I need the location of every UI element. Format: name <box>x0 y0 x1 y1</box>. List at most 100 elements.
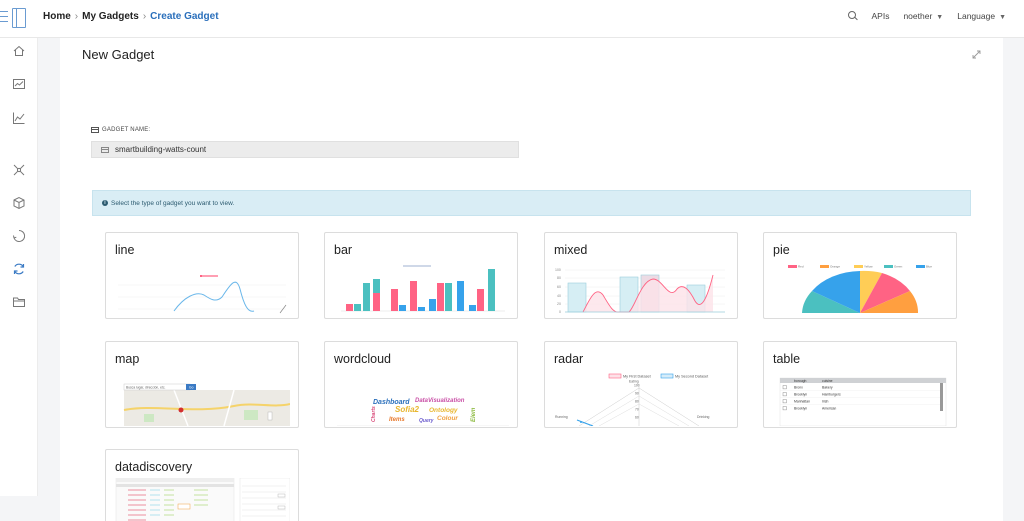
folder-icon[interactable] <box>12 295 26 309</box>
id-card-icon <box>101 146 109 153</box>
wordcloud-preview: Dashboard DataVisualization Sofia2 Ontol… <box>337 398 509 426</box>
svg-text:DataVisualization: DataVisualization <box>415 398 465 404</box>
gadget-card-title: pie <box>773 243 790 257</box>
user-name: noether <box>903 11 933 21</box>
svg-text:American: American <box>822 407 836 411</box>
svg-text:20: 20 <box>557 302 561 306</box>
radar-chart-preview: My First Dataset My Second Dataset Eatin… <box>555 373 710 426</box>
user-menu[interactable]: noether ▼ <box>903 11 943 21</box>
bar-chart-preview <box>341 265 505 312</box>
gadget-card-datadiscovery[interactable]: datadiscovery <box>105 449 299 521</box>
svg-text:60: 60 <box>557 285 561 289</box>
svg-text:70: 70 <box>635 408 639 412</box>
svg-text:Red: Red <box>798 265 804 269</box>
svg-text:Manhattan: Manhattan <box>794 400 810 404</box>
svg-text:40: 40 <box>557 294 561 298</box>
new-gadget-panel: New Gadget GADGET NAME: smartbuilding-wa… <box>60 38 1003 521</box>
info-icon: i <box>102 200 108 206</box>
shield-icon[interactable] <box>12 229 26 243</box>
svg-text:Bakery: Bakery <box>822 386 833 390</box>
map-preview: Busca lugar, dirección, etc. Go <box>123 383 290 426</box>
table-preview: borough cuisine Bronx Bakery Brooklyn Hamb… <box>779 377 947 426</box>
svg-text:0: 0 <box>559 310 561 314</box>
svg-text:Yellow: Yellow <box>864 265 873 269</box>
chevron-down-icon: ▼ <box>999 14 1006 21</box>
cube-icon[interactable] <box>12 196 26 210</box>
gadget-card-radar[interactable]: radar My First Dataset My Second Dataset… <box>544 341 738 428</box>
line-chart-preview <box>118 275 287 314</box>
gadget-card-title: wordcloud <box>334 352 391 366</box>
chevron-down-icon: ▼ <box>936 14 944 21</box>
dashboard-icon[interactable] <box>12 77 26 91</box>
search-icon[interactable] <box>847 11 858 21</box>
pie-chart-preview: Red Orange Yellow Green Blue <box>788 265 932 313</box>
svg-text:90: 90 <box>635 392 639 396</box>
top-bar: Home › My Gadgets › Create Gadget APIs noeth… <box>0 0 1024 38</box>
gadget-card-table[interactable]: table borough cuisine Bronx Bakery Brookl… <box>763 341 957 428</box>
breadcrumb-my-gadgets[interactable]: My Gadgets <box>82 11 139 22</box>
language-menu[interactable]: Language ▼ <box>957 11 1006 21</box>
chevron-right-icon: › <box>74 11 79 22</box>
gadget-card-title: datadiscovery <box>115 460 193 474</box>
svg-text:Drinking: Drinking <box>697 415 710 419</box>
gadget-card-pie[interactable]: pie Red Orange Yellow Green Blue <box>763 232 957 319</box>
svg-text:Irish: Irish <box>822 400 829 404</box>
language-label: Language <box>957 11 996 21</box>
breadcrumb-current: Create Gadget <box>150 11 219 22</box>
home-icon[interactable] <box>12 44 26 58</box>
svg-text:Brooklyn: Brooklyn <box>794 407 807 411</box>
svg-text:My Second Dataset: My Second Dataset <box>675 375 709 379</box>
gadget-card-mixed[interactable]: mixed 100 80 60 40 20 0 <box>544 232 738 319</box>
chevron-right-icon: › <box>142 11 147 22</box>
datadiscovery-preview <box>115 478 290 521</box>
svg-text:Green: Green <box>894 265 903 269</box>
gadget-name-label: GADGET NAME: <box>91 127 150 133</box>
gadget-card-title: bar <box>334 243 353 257</box>
svg-text:Sofia2: Sofia2 <box>395 405 420 414</box>
svg-text:Blue: Blue <box>926 265 932 269</box>
gadget-card-title: line <box>115 243 135 257</box>
gadget-name-value: smartbuilding-watts-count <box>115 145 207 154</box>
breadcrumb-home[interactable]: Home <box>43 11 71 22</box>
gadget-card-line[interactable]: line <box>105 232 299 319</box>
gadget-card-wordcloud[interactable]: wordcloud Dashboard DataVisualization So… <box>324 341 518 428</box>
svg-text:Colour: Colour <box>437 415 458 422</box>
svg-text:Query: Query <box>419 418 434 424</box>
gadget-card-title: mixed <box>554 243 588 257</box>
sidebar <box>0 38 38 496</box>
breadcrumb: Home › My Gadgets › Create Gadget <box>43 11 219 22</box>
gadget-card-bar[interactable]: bar <box>324 232 518 319</box>
apis-link[interactable]: APIs <box>872 11 890 21</box>
svg-text:Charts: Charts <box>371 406 377 422</box>
svg-text:Orange: Orange <box>830 265 840 269</box>
svg-text:borough: borough <box>794 379 807 383</box>
mixed-chart-preview: 100 80 60 40 20 0 <box>555 268 725 314</box>
gadget-card-map[interactable]: map Busca lugar, dirección, etc. Go <box>105 341 299 428</box>
svg-text:Go: Go <box>189 386 194 390</box>
gadget-card-title: radar <box>554 352 584 366</box>
svg-text:100: 100 <box>555 268 561 272</box>
gadget-card-title: table <box>773 352 801 366</box>
svg-text:Running: Running <box>555 415 568 419</box>
info-text: Select the type of gadget you want to vi… <box>111 199 235 207</box>
svg-text:My First Dataset: My First Dataset <box>623 375 652 379</box>
chart-icon[interactable] <box>12 111 26 125</box>
svg-text:Brooklyn: Brooklyn <box>794 393 807 397</box>
svg-text:Busca lugar, dirección, etc.: Busca lugar, dirección, etc. <box>126 386 165 390</box>
gadget-name-input[interactable]: smartbuilding-watts-count <box>91 141 519 158</box>
info-alert: i Select the type of gadget you want to … <box>92 190 971 216</box>
svg-text:cuisine: cuisine <box>822 379 833 383</box>
svg-text:Items: Items <box>389 417 405 423</box>
menu-toggle-icon[interactable] <box>0 8 30 28</box>
svg-text:80: 80 <box>557 276 561 280</box>
network-icon[interactable] <box>12 163 26 177</box>
svg-text:Bronx: Bronx <box>794 386 803 390</box>
svg-text:Ontology: Ontology <box>429 407 458 414</box>
svg-text:Hamburgers: Hamburgers <box>822 393 841 397</box>
expand-icon[interactable] <box>972 46 981 59</box>
gadget-card-title: map <box>115 352 140 366</box>
refresh-icon[interactable] <box>12 262 26 276</box>
id-card-icon <box>91 127 99 133</box>
svg-text:Elem: Elem <box>471 407 477 422</box>
page-title: New Gadget <box>82 47 155 62</box>
